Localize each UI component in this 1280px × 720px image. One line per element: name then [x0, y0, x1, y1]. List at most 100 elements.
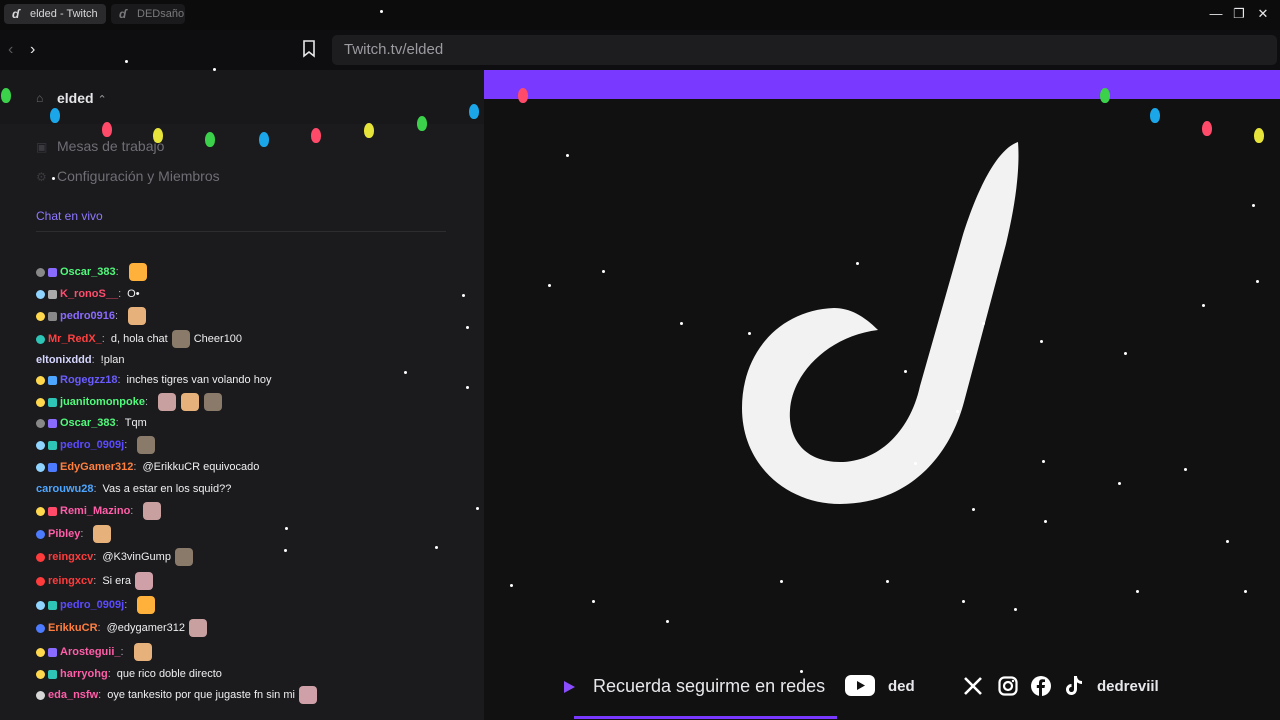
chat-text: @K3vinGump — [102, 551, 171, 563]
snowflake — [1040, 340, 1043, 343]
chat-badge-icon — [48, 600, 57, 610]
tab-logo-icon: ɗ — [12, 7, 20, 21]
light-bulb — [1254, 128, 1264, 143]
url-input[interactable]: Twitch.tv/elded — [332, 35, 1277, 65]
instagram-icon[interactable] — [998, 676, 1018, 696]
play-icon — [564, 681, 575, 693]
chat-username[interactable]: Oscar_383 — [60, 412, 116, 434]
chat-emote — [158, 393, 177, 411]
live-chat-link[interactable]: Chat en vivo — [36, 209, 103, 223]
chat-badge-icon — [36, 267, 45, 277]
chat-badge-icon — [48, 506, 57, 516]
snowflake — [1252, 204, 1255, 207]
x-icon[interactable] — [963, 676, 983, 696]
chat-username[interactable]: Rogegzz18 — [60, 369, 117, 391]
chat-message: reingxcv: @K3vinGump — [36, 546, 194, 568]
chat-username[interactable]: pedro_0909j — [60, 434, 124, 456]
chat-badge-icon — [36, 647, 45, 657]
chat-badge-icon — [36, 334, 45, 344]
light-bulb — [518, 88, 528, 103]
chat-username[interactable]: carouwu28 — [36, 478, 93, 500]
nav-mesas-de-trabajo[interactable]: Mesas de trabajo — [57, 138, 164, 154]
snowflake — [592, 600, 595, 603]
chat-badge-icon — [36, 418, 45, 428]
snowflake — [1042, 460, 1045, 463]
chat-username[interactable]: Arosteguii_ — [60, 641, 121, 663]
chat-username[interactable]: harryohg — [60, 663, 108, 685]
youtube-icon[interactable] — [845, 675, 875, 696]
settings-icon: ⚙ — [36, 170, 47, 184]
tiktok-icon[interactable] — [1065, 675, 1083, 696]
channel-name[interactable]: elded ⌃ — [57, 90, 107, 106]
close-icon[interactable]: ✕ — [1255, 6, 1271, 22]
divider — [36, 231, 446, 232]
chat-username[interactable]: reingxcv — [48, 570, 93, 592]
chat-message: ErikkuCR: @edygamer312 — [36, 617, 208, 639]
chat-emote — [174, 548, 193, 566]
chat-emote — [181, 393, 200, 411]
snowflake — [466, 386, 469, 389]
bookmark-icon[interactable] — [302, 40, 316, 58]
chat-badge-icon — [48, 418, 57, 428]
chat-username[interactable]: reingxcv — [48, 546, 93, 568]
chat-username[interactable]: eda_nsfw — [48, 684, 98, 706]
chat-badge-icon — [36, 669, 45, 679]
snowflake — [476, 507, 479, 510]
chat-separator: : — [133, 461, 137, 473]
snowflake — [1014, 608, 1017, 611]
chat-text: O• — [127, 288, 140, 300]
snowflake — [566, 154, 569, 157]
snowflake — [780, 580, 783, 583]
channel-logo — [742, 142, 1019, 504]
light-bulb — [417, 116, 427, 131]
chat-badge-icon — [36, 600, 45, 610]
chat-username[interactable]: eltonixddd — [36, 349, 92, 371]
chat-username[interactable]: Oscar_383 — [60, 261, 116, 283]
chat-username[interactable]: pedro0916 — [60, 305, 115, 327]
chat-text: !plan — [100, 354, 125, 366]
snowflake — [284, 549, 287, 552]
snowflake — [1044, 520, 1047, 523]
chat-separator: : — [120, 646, 124, 658]
chat-username[interactable]: pedro_0909j — [60, 594, 124, 616]
snowflake — [548, 284, 551, 287]
chat-emote — [137, 436, 156, 454]
chat-message: Arosteguii_: — [36, 641, 153, 663]
chat-badge-icon — [48, 311, 57, 321]
snowflake — [748, 332, 751, 335]
chat-badge-icon — [48, 375, 57, 385]
snowflake — [466, 326, 469, 329]
chat-message: Oscar_383: Tqm — [36, 412, 147, 434]
chat-badge-icon — [36, 506, 45, 516]
light-bulb — [50, 108, 60, 123]
light-bulb — [311, 128, 321, 143]
chat-username[interactable]: juanitomonpoke — [60, 391, 145, 413]
chat-message: Mr_RedX_: d, hola chat Cheer100 — [36, 328, 242, 350]
facebook-icon[interactable] — [1031, 676, 1051, 696]
chat-emote — [93, 525, 112, 543]
chat-username[interactable]: K_ronoS__ — [60, 283, 118, 305]
tab-dedsano[interactable]: ɗ DEDsaño — [111, 4, 185, 24]
chat-separator: : — [107, 668, 111, 680]
chat-username[interactable]: ErikkuCR — [48, 617, 98, 639]
forward-icon[interactable]: › — [30, 40, 35, 60]
chat-separator: : — [101, 333, 105, 345]
chat-separator: : — [118, 288, 122, 300]
restore-icon[interactable]: ❐ — [1231, 6, 1247, 22]
chat-username[interactable]: Remi_Mazino — [60, 500, 130, 522]
chat-badge-icon — [36, 311, 45, 321]
minimize-icon[interactable]: — — [1208, 6, 1224, 22]
back-icon[interactable]: ‹ — [8, 40, 13, 60]
chat-text: @edygamer312 — [106, 622, 186, 634]
home-icon[interactable]: ⌂ — [36, 91, 50, 105]
chat-username[interactable]: EdyGamer312 — [60, 456, 133, 478]
chat-emote — [137, 596, 156, 614]
stream-player[interactable]: Recuerda seguirme en redes ded dedreviil — [484, 70, 1280, 720]
tab-elded[interactable]: ɗ elded - Twitch — [4, 4, 106, 24]
chat-username[interactable]: Pibley — [48, 523, 80, 545]
chat-message: reingxcv: Si era — [36, 570, 154, 592]
chat-username[interactable]: Mr_RedX_ — [48, 328, 102, 350]
nav-configuracion[interactable]: Configuración y Miembros — [57, 168, 220, 184]
chat-badge-icon — [36, 375, 45, 385]
snowflake — [602, 270, 605, 273]
